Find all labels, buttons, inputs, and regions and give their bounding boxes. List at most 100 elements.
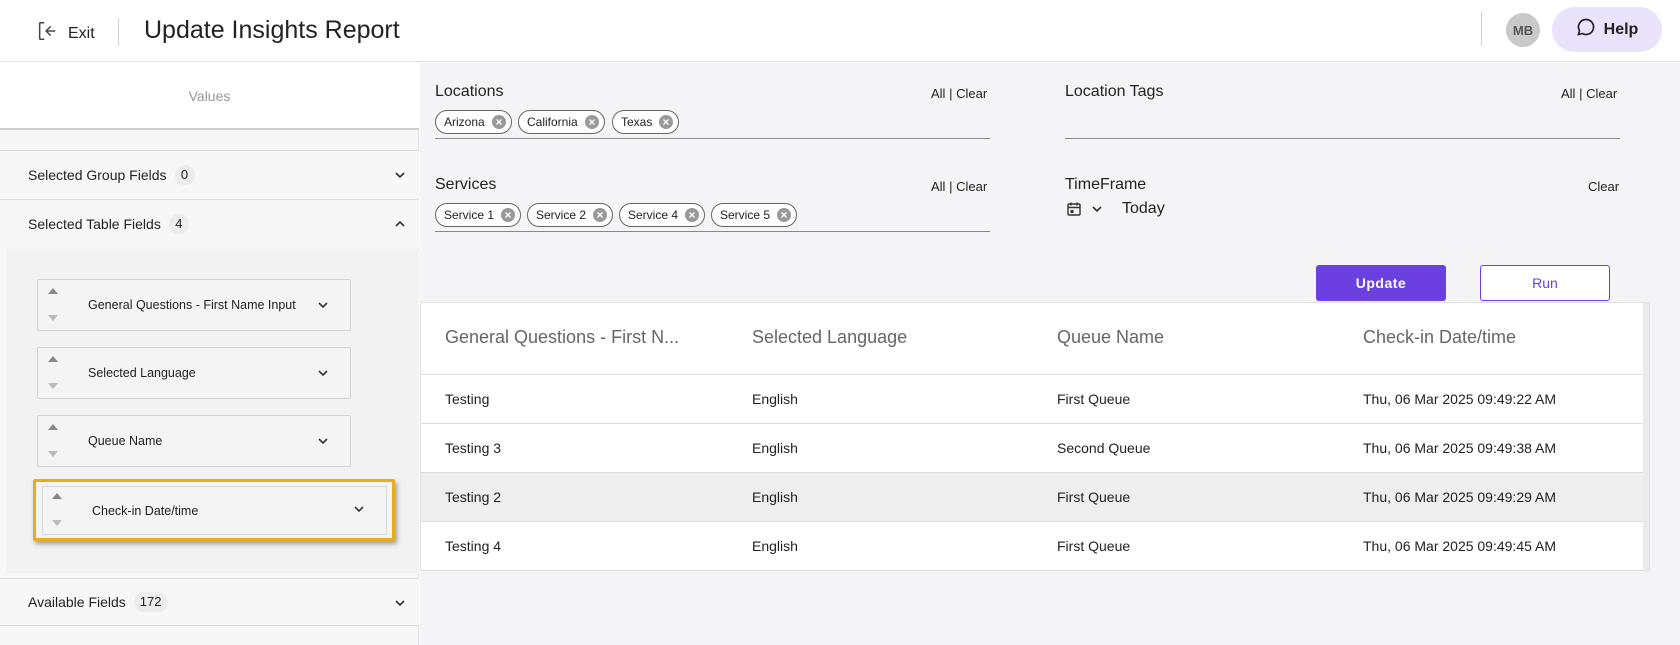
remove-chip-icon[interactable]: [684, 207, 700, 223]
services-actions: All | Clear: [931, 179, 987, 194]
remove-chip-icon[interactable]: [584, 114, 600, 130]
timeframe-value: Today: [1122, 200, 1165, 217]
app-header: Exit Update Insights Report MB Help: [0, 0, 1680, 62]
column-header[interactable]: Selected Language: [752, 327, 907, 348]
table-cell: English: [752, 538, 798, 554]
chip-service: Service 2: [527, 203, 614, 227]
table-row[interactable]: Testing 2 English First Queue Thu, 06 Ma…: [421, 473, 1645, 522]
locations-clear-link[interactable]: Clear: [956, 86, 987, 101]
locations-input-line[interactable]: [435, 138, 990, 139]
run-button[interactable]: Run: [1480, 265, 1610, 301]
exit-label: Exit: [68, 24, 95, 42]
move-up-icon[interactable]: [48, 424, 58, 430]
move-down-icon[interactable]: [48, 315, 58, 321]
table-row[interactable]: Testing 4 English First Queue Thu, 06 Ma…: [421, 522, 1645, 571]
chevron-down-icon[interactable]: [1090, 202, 1104, 216]
exit-icon: [36, 20, 58, 47]
separator: |: [949, 179, 953, 194]
move-down-icon[interactable]: [48, 451, 58, 457]
field-label: Check-in Date/time: [92, 504, 199, 518]
move-down-icon[interactable]: [52, 520, 62, 526]
chat-bubble-icon: [1576, 17, 1596, 42]
field-card-queue-name[interactable]: Queue Name: [37, 415, 351, 467]
results-table: General Questions - First N... Selected …: [420, 302, 1650, 572]
table-cell: Thu, 06 Mar 2025 09:49:29 AM: [1363, 489, 1557, 505]
chip-label: Arizona: [444, 115, 485, 129]
move-up-icon[interactable]: [48, 288, 58, 294]
timeframe-label: TimeFrame: [1065, 176, 1147, 193]
help-label: Help: [1603, 20, 1639, 38]
services-label: Services: [435, 176, 497, 193]
location-tags-clear-link[interactable]: Clear: [1586, 86, 1617, 101]
table-scrollbar[interactable]: [1643, 303, 1649, 572]
chip-label: Service 5: [720, 208, 771, 222]
header-divider: [118, 18, 119, 46]
column-header[interactable]: Queue Name: [1057, 327, 1164, 348]
chip-service: Service 4: [619, 203, 706, 227]
remove-chip-icon[interactable]: [658, 114, 674, 130]
chevron-down-icon: [395, 600, 405, 607]
accordion-selected-table-fields[interactable]: Selected Table Fields 4: [0, 199, 419, 247]
services-all-link[interactable]: All: [931, 179, 945, 194]
user-avatar[interactable]: MB: [1506, 13, 1540, 47]
separator: |: [1579, 86, 1583, 101]
table-cell: Thu, 06 Mar 2025 09:49:45 AM: [1363, 538, 1557, 554]
table-cell: First Queue: [1057, 538, 1131, 554]
services-clear-link[interactable]: Clear: [956, 179, 987, 194]
table-cell: Testing: [445, 391, 490, 407]
chip-location: Texas: [612, 110, 680, 134]
chevron-down-icon[interactable]: [352, 502, 366, 516]
accordion-selected-group-fields[interactable]: Selected Group Fields 0: [0, 150, 419, 198]
chevron-down-icon: [395, 172, 405, 179]
move-down-icon[interactable]: [48, 383, 58, 389]
exit-button[interactable]: Exit: [36, 20, 95, 47]
table-row[interactable]: Testing 3 English Second Queue Thu, 06 M…: [421, 424, 1645, 473]
column-header[interactable]: Check-in Date/time: [1363, 327, 1516, 348]
move-up-icon[interactable]: [52, 493, 62, 499]
table-cell: English: [752, 489, 798, 505]
locations-all-link[interactable]: All: [931, 86, 945, 101]
chevron-down-icon[interactable]: [316, 434, 330, 448]
table-cell: Thu, 06 Mar 2025 09:49:22 AM: [1363, 391, 1557, 407]
count-badge: 0: [174, 164, 195, 185]
accordion-label: Available Fields: [28, 594, 126, 610]
table-cell: English: [752, 440, 798, 456]
location-tags-label: Location Tags: [1065, 83, 1164, 100]
chevron-down-icon[interactable]: [316, 366, 330, 380]
services-input-line[interactable]: [435, 231, 990, 232]
field-card-first-name[interactable]: General Questions - First Name Input: [37, 279, 351, 331]
calendar-icon[interactable]: [1066, 201, 1082, 217]
locations-actions: All | Clear: [931, 86, 987, 101]
remove-chip-icon[interactable]: [491, 114, 507, 130]
table-fields-panel: General Questions - First Name Input Sel…: [6, 249, 419, 573]
update-button[interactable]: Update: [1316, 265, 1446, 301]
field-label: Queue Name: [88, 434, 163, 448]
chevron-down-icon[interactable]: [316, 298, 330, 312]
field-card-check-in-datetime[interactable]: Check-in Date/time: [33, 479, 395, 541]
table-cell: Second Queue: [1057, 440, 1151, 456]
accordion-available-fields[interactable]: Available Fields 172: [0, 578, 419, 626]
remove-chip-icon[interactable]: [592, 207, 608, 223]
chip-label: Service 1: [444, 208, 495, 222]
table-cell: Thu, 06 Mar 2025 09:49:38 AM: [1363, 440, 1557, 456]
locations-label: Locations: [435, 83, 504, 100]
field-card-selected-language[interactable]: Selected Language: [37, 347, 351, 399]
count-badge: 172: [133, 592, 168, 612]
location-tags-all-link[interactable]: All: [1561, 86, 1575, 101]
move-up-icon[interactable]: [48, 356, 58, 362]
main-content: Locations All | Clear Arizona California…: [420, 63, 1680, 645]
location-tags-input-line[interactable]: [1065, 138, 1620, 139]
table-row[interactable]: Testing English First Queue Thu, 06 Mar …: [421, 375, 1645, 424]
tab-values[interactable]: Values: [0, 63, 419, 130]
table-cell: English: [752, 391, 798, 407]
help-button[interactable]: Help: [1552, 7, 1662, 52]
remove-chip-icon[interactable]: [500, 207, 516, 223]
timeframe-selector[interactable]: Today: [1066, 200, 1165, 218]
timeframe-clear-link[interactable]: Clear: [1588, 179, 1619, 194]
location-tags-actions: All | Clear: [1561, 86, 1617, 101]
column-header[interactable]: General Questions - First N...: [445, 327, 679, 348]
remove-chip-icon[interactable]: [776, 207, 792, 223]
separator: |: [949, 86, 953, 101]
accordion-label: Selected Group Fields: [28, 166, 167, 183]
header-divider-right: [1481, 12, 1482, 46]
